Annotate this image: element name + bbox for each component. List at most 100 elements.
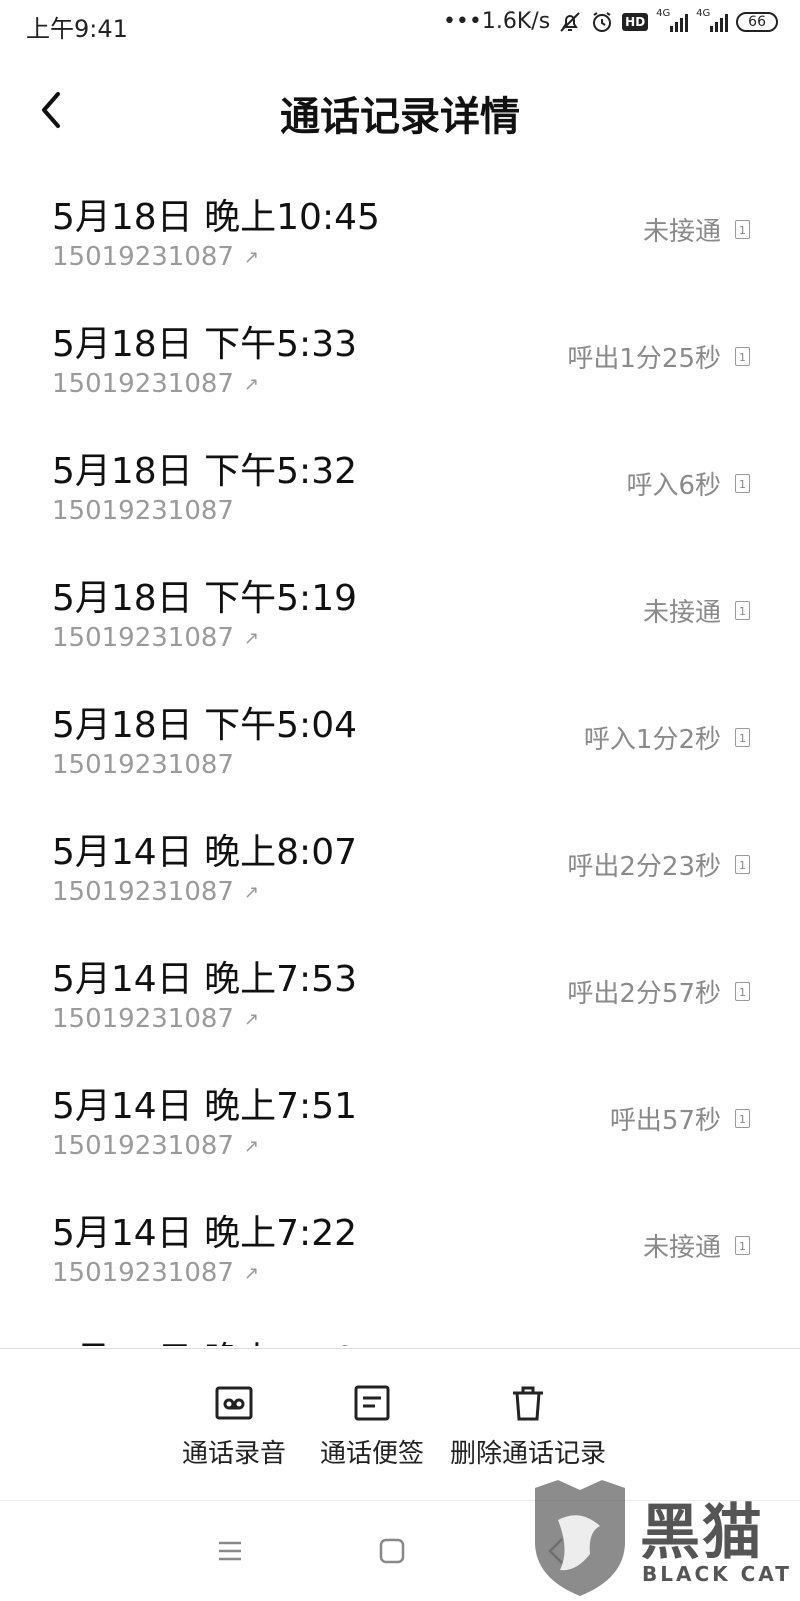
outgoing-arrow-icon: ↗ <box>243 881 260 903</box>
call-time: 5月18日 下午5:33 <box>52 324 357 365</box>
phone-number: 15019231087 <box>52 1258 234 1288</box>
call-log-row[interactable]: 5月18日 晚上10:45 15019231087 ↗ 未接通 1 <box>0 178 800 305</box>
outgoing-arrow-icon: ↗ <box>243 1008 260 1030</box>
signal-icon: 4G <box>656 8 689 32</box>
hd-icon: HD <box>622 12 649 31</box>
call-number: 15019231087 ↗ <box>52 877 259 907</box>
call-log-row[interactable]: 5月18日 下午5:33 15019231087 ↗ 呼出1分25秒 1 <box>0 305 800 432</box>
phone-number: 15019231087 <box>52 877 234 907</box>
call-status: 呼出1分25秒 1 <box>567 338 750 375</box>
status-time: 上午9:41 <box>26 15 128 43</box>
signal-icon: 4G <box>696 8 729 32</box>
call-time: 5月14日 晚上8:07 <box>52 832 357 873</box>
call-status: 呼出2分23秒 1 <box>567 846 750 883</box>
call-recording-label: 通话录音 <box>182 1439 287 1469</box>
call-number: 15019231087 ↗ <box>52 242 259 272</box>
call-list[interactable]: 5月18日 晚上10:45 15019231087 ↗ 未接通 1 5月18日 下午5:3… <box>0 178 800 1346</box>
call-note-button[interactable]: 通话便签 <box>320 1383 424 1470</box>
menu-icon <box>219 1541 241 1561</box>
call-status-text: 呼出1分25秒 <box>567 344 721 374</box>
watermark-subtext: BLACK CAT <box>642 1562 792 1586</box>
phone-number: 15019231087 <box>52 750 234 780</box>
call-status: 呼出2分57秒 1 <box>567 973 750 1010</box>
call-time: 5月14日 晚上7:19 <box>52 1331 357 1346</box>
call-log-row[interactable]: 5月14日 晚上7:53 15019231087 ↗ 呼出2分57秒 1 <box>0 940 800 1067</box>
call-status-text: 未接通 <box>642 598 721 628</box>
delete-call-log-button[interactable]: 删除通话记录 <box>450 1383 606 1470</box>
call-number: 15019231087 <box>52 496 234 526</box>
home-nav-button[interactable] <box>372 1531 412 1571</box>
watermark-text: 黑猫 <box>640 1498 764 1568</box>
call-log-row[interactable]: 5月18日 下午5:19 15019231087 ↗ 未接通 1 <box>0 559 800 686</box>
call-status-text: 呼出2分57秒 <box>567 979 721 1009</box>
call-note-label: 通话便签 <box>320 1439 425 1469</box>
network-speed: •••1.6K/s <box>442 9 551 34</box>
call-status-text: 呼出2分23秒 <box>567 852 721 882</box>
sim-card-icon: 1 <box>735 728 750 747</box>
outgoing-arrow-icon: ↗ <box>243 373 260 395</box>
menu-nav-button[interactable] <box>210 1531 250 1571</box>
call-status-text: 未接通 <box>642 217 721 247</box>
sim-card-icon: 1 <box>735 1236 750 1255</box>
sim-card-icon: 1 <box>735 982 750 1001</box>
watermark: 黑猫 BLACK CAT <box>530 1480 800 1600</box>
outgoing-arrow-icon: ↗ <box>243 1135 260 1157</box>
sim-card-icon: 1 <box>735 347 750 366</box>
call-number: 15019231087 <box>52 750 234 780</box>
phone-number: 15019231087 <box>52 369 234 399</box>
cat-shield-icon <box>535 1480 625 1596</box>
call-log-row[interactable]: 5月14日 晚上7:51 15019231087 ↗ 呼出57秒 1 <box>0 1067 800 1194</box>
trash-icon <box>513 1386 543 1421</box>
phone-number: 15019231087 <box>52 623 234 653</box>
sim-card-icon: 1 <box>735 474 750 493</box>
note-icon <box>354 1385 390 1421</box>
call-time: 5月14日 晚上7:51 <box>52 1086 357 1127</box>
call-log-row[interactable]: 5月14日 晚上7:19 <box>0 1321 800 1346</box>
phone-number: 15019231087 <box>52 242 234 272</box>
status-bar: 上午9:41 •••1.6K/s HD 4G 4G 66 <box>0 0 800 50</box>
call-number: 15019231087 ↗ <box>52 1131 259 1161</box>
delete-call-log-label: 删除通话记录 <box>450 1439 607 1469</box>
home-square-icon <box>379 1538 405 1564</box>
call-log-row[interactable]: 5月14日 晚上7:22 15019231087 ↗ 未接通 1 <box>0 1194 800 1321</box>
action-bar: 通话录音 通话便签 删除通话记录 <box>0 1348 800 1499</box>
call-time: 5月14日 晚上7:22 <box>52 1213 357 1254</box>
call-status: 未接通 1 <box>643 211 750 248</box>
call-log-row[interactable]: 5月18日 下午5:04 15019231087 呼入1分2秒 1 <box>0 686 800 813</box>
call-log-row[interactable]: 5月18日 下午5:32 15019231087 呼入6秒 1 <box>0 432 800 559</box>
call-recording-button[interactable]: 通话录音 <box>182 1383 286 1470</box>
signal-label: 4G <box>656 7 671 19</box>
sim-card-icon: 1 <box>735 601 750 620</box>
call-status-text: 呼入6秒 <box>626 471 721 501</box>
call-status: 呼入1分2秒 1 <box>584 719 750 756</box>
call-status: 未接通 1 <box>643 1227 750 1264</box>
call-log-row[interactable]: 5月14日 晚上8:07 15019231087 ↗ 呼出2分23秒 1 <box>0 813 800 940</box>
call-number: 15019231087 ↗ <box>52 623 259 653</box>
call-time: 5月14日 晚上7:53 <box>52 959 357 1000</box>
call-status-text: 呼入1分2秒 <box>583 725 721 755</box>
page-title: 通话记录详情 <box>280 94 520 140</box>
sim-card-icon: 1 <box>735 1109 750 1128</box>
call-time: 5月18日 下午5:04 <box>52 705 357 746</box>
call-time: 5月18日 下午5:32 <box>52 451 357 492</box>
outgoing-arrow-icon: ↗ <box>243 627 260 649</box>
signal-label: 4G <box>696 7 711 19</box>
battery-icon: 66 <box>736 11 778 32</box>
call-status: 呼出57秒 1 <box>610 1100 750 1137</box>
sim-card-icon: 1 <box>735 855 750 874</box>
call-number: 15019231087 ↗ <box>52 1258 259 1288</box>
sim-card-icon: 1 <box>735 220 750 239</box>
phone-number: 15019231087 <box>52 1131 234 1161</box>
phone-number: 15019231087 <box>52 1004 234 1034</box>
recording-icon <box>215 1386 253 1420</box>
bell-muted-icon <box>560 11 580 32</box>
call-number: 15019231087 ↗ <box>52 1004 259 1034</box>
alarm-icon <box>593 11 612 32</box>
call-status: 呼入6秒 1 <box>626 465 750 502</box>
phone-number: 15019231087 <box>52 496 234 526</box>
title-bar: 通话记录详情 <box>0 70 800 150</box>
call-status-text: 呼出57秒 <box>609 1106 721 1136</box>
call-status: 未接通 1 <box>643 592 750 629</box>
outgoing-arrow-icon: ↗ <box>243 246 260 268</box>
call-number: 15019231087 ↗ <box>52 369 259 399</box>
